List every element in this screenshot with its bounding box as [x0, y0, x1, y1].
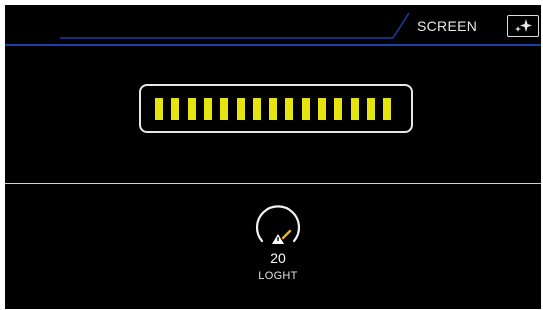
screen-label[interactable]: SCREEN: [417, 18, 477, 34]
sparkle-icon: [515, 19, 532, 32]
light-knob[interactable]: [252, 203, 304, 249]
warning-triangle-icon: [272, 234, 284, 244]
level-segment: [366, 98, 375, 120]
level-segment: [269, 98, 278, 120]
level-meter: [139, 84, 413, 133]
level-segment: [155, 98, 163, 120]
knob-value: 20: [270, 250, 286, 266]
level-segment: [203, 98, 212, 120]
level-segment: [350, 98, 359, 120]
level-segment: [301, 98, 310, 120]
level-segment: [318, 98, 326, 120]
level-segment: [220, 98, 229, 120]
section-divider: [5, 183, 541, 184]
level-segment: [187, 98, 196, 120]
level-segment: [252, 98, 261, 120]
sparkle-button[interactable]: [507, 15, 539, 37]
level-segment: [171, 98, 180, 120]
level-segment: [383, 98, 392, 120]
knob-indicator: [281, 229, 292, 240]
level-segment: [236, 98, 245, 120]
level-segment: [334, 98, 343, 120]
knob-label: LOGHT: [258, 270, 298, 282]
device-screen: SCREEN 20 LOGHT: [5, 5, 541, 309]
level-segment: [285, 98, 294, 120]
